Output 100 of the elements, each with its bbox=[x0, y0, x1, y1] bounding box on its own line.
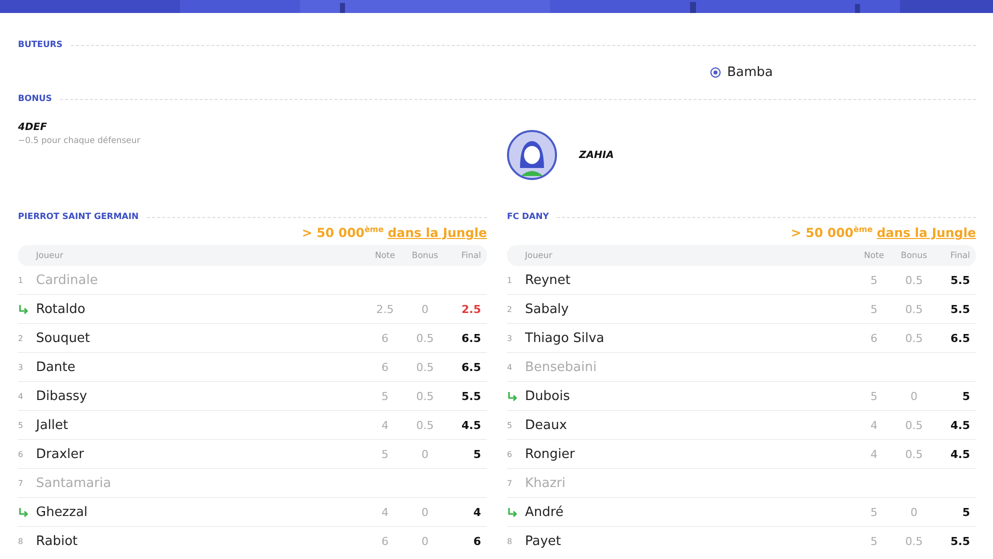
bonus-value: 0.5 bbox=[415, 390, 435, 403]
player-name: Thiago Silva bbox=[525, 330, 606, 346]
player-name: Dubois bbox=[525, 388, 571, 404]
team-name: FC DANY bbox=[507, 212, 549, 222]
column-header: Final bbox=[460, 250, 481, 261]
player-number: 8 bbox=[18, 536, 24, 546]
bonus-value: 0.5 bbox=[904, 418, 924, 432]
player-number: 6 bbox=[507, 450, 514, 459]
section-title: BUTEURS bbox=[18, 40, 63, 50]
bonus-value: 0.5 bbox=[904, 534, 924, 548]
note-value: 5 bbox=[870, 274, 878, 287]
bonus-value: 0.5 bbox=[415, 418, 435, 432]
ranking: > 50 000$^{ème}$ bbox=[302, 225, 384, 240]
player-number: 5 bbox=[18, 420, 24, 430]
player-number: 1 bbox=[18, 276, 24, 285]
jungle-link[interactable]: dans la Jungle bbox=[388, 225, 487, 240]
final-value: 5 bbox=[472, 448, 481, 461]
bonus-value: 0 bbox=[910, 506, 918, 519]
bonus-value: 0 bbox=[910, 390, 918, 403]
ball-icon bbox=[710, 66, 722, 78]
note-value: 5 bbox=[870, 506, 878, 519]
player-number: 4 bbox=[18, 392, 24, 401]
bonus-value: 0.5 bbox=[904, 274, 924, 287]
player-name: Sabaly bbox=[525, 302, 570, 317]
player-name: Santamaria bbox=[36, 476, 112, 491]
bonus-value: 0 bbox=[420, 448, 430, 461]
player-name: Bensebaini bbox=[525, 360, 598, 375]
note-value: 6 bbox=[380, 332, 390, 345]
bonus-value: 0.5 bbox=[904, 448, 924, 461]
bonus-value: 0.5 bbox=[415, 360, 435, 374]
bonus-value: 0 bbox=[420, 506, 430, 519]
player-name: Ghezzal bbox=[36, 504, 89, 520]
substitution-arrow-icon bbox=[507, 508, 517, 518]
substitution-arrow-icon bbox=[18, 304, 28, 315]
ranking: > 50 000$^{ème}$ bbox=[790, 225, 873, 240]
note-value: 6 bbox=[870, 332, 878, 345]
player-number: 8 bbox=[507, 536, 514, 546]
column-header: Joueur bbox=[525, 250, 554, 261]
final-value: 4.5 bbox=[950, 418, 970, 432]
player-name: Payet bbox=[525, 534, 562, 549]
note-value: 5 bbox=[870, 534, 878, 548]
player-name: Dibassy bbox=[36, 388, 88, 404]
final-value: 5.5 bbox=[460, 390, 481, 403]
jungle-link[interactable]: dans la Jungle bbox=[876, 225, 976, 240]
player-number: 2 bbox=[507, 304, 514, 314]
player-number: 2 bbox=[18, 334, 24, 343]
player-name: Jallet bbox=[36, 418, 70, 433]
substitution-arrow-icon bbox=[18, 508, 28, 518]
note-value: 2.5 bbox=[375, 302, 395, 316]
note-value: 5 bbox=[870, 302, 878, 316]
player-name: Rotaldo bbox=[36, 302, 86, 317]
player-name: Khazri bbox=[525, 476, 567, 491]
substitution-arrow-icon bbox=[507, 392, 517, 402]
player-number: 4 bbox=[507, 362, 514, 372]
player-number: 5 bbox=[507, 420, 514, 430]
avatar-icon bbox=[507, 130, 557, 180]
player-name: Rabiot bbox=[36, 534, 79, 549]
note-value: 6 bbox=[380, 360, 390, 374]
column-header: Note bbox=[862, 250, 886, 261]
bonus-value: 0.5 bbox=[415, 332, 435, 345]
note-value: 5 bbox=[870, 390, 878, 403]
player-name: Souquet bbox=[36, 330, 92, 346]
final-value: 6.5 bbox=[950, 332, 970, 345]
team-name: PIERROT SAINT GERMAIN bbox=[18, 212, 139, 222]
player-name: Reynet bbox=[525, 272, 572, 288]
player-name: Deaux bbox=[525, 418, 568, 433]
final-value: 2.5 bbox=[460, 302, 481, 316]
player-number: 7 bbox=[18, 478, 24, 488]
final-value: 4.5 bbox=[950, 448, 970, 461]
player-name: Draxler bbox=[36, 446, 85, 462]
final-value: 4 bbox=[472, 506, 481, 519]
note-value: 6 bbox=[380, 534, 390, 548]
bonus-value: 0.5 bbox=[904, 332, 924, 345]
player-number: 3 bbox=[507, 334, 514, 343]
note-value: 4 bbox=[380, 506, 390, 519]
coach-name: ZAHIA bbox=[579, 150, 614, 160]
scorer-name: Bamba bbox=[727, 64, 773, 80]
final-value: 5.5 bbox=[950, 302, 970, 316]
final-value: 5 bbox=[961, 506, 970, 519]
column-header: Final bbox=[949, 250, 970, 261]
section-title: BONUS bbox=[18, 94, 52, 104]
player-number: 7 bbox=[507, 478, 514, 488]
column-header: Bonus bbox=[410, 250, 440, 261]
player-number: 1 bbox=[507, 276, 514, 285]
note-value: 5 bbox=[380, 448, 390, 461]
player-name: Cardinale bbox=[36, 272, 99, 288]
final-value: 6 bbox=[472, 534, 481, 548]
player-number: 3 bbox=[18, 362, 24, 372]
column-header: Bonus bbox=[900, 250, 928, 261]
player-name: Rongier bbox=[525, 446, 576, 462]
player-name: Dante bbox=[36, 360, 76, 375]
bonus-description: −0.5 pour chaque défenseur bbox=[18, 136, 142, 146]
bonus-value: 0 bbox=[420, 534, 430, 548]
note-value: 4 bbox=[870, 418, 878, 432]
bonus-code: 4DEF bbox=[18, 122, 48, 133]
note-value: 4 bbox=[870, 448, 878, 461]
player-name: André bbox=[525, 504, 564, 520]
note-value: 4 bbox=[380, 418, 390, 432]
bonus-value: 0 bbox=[420, 302, 430, 316]
bonus-value: 0.5 bbox=[904, 302, 924, 316]
